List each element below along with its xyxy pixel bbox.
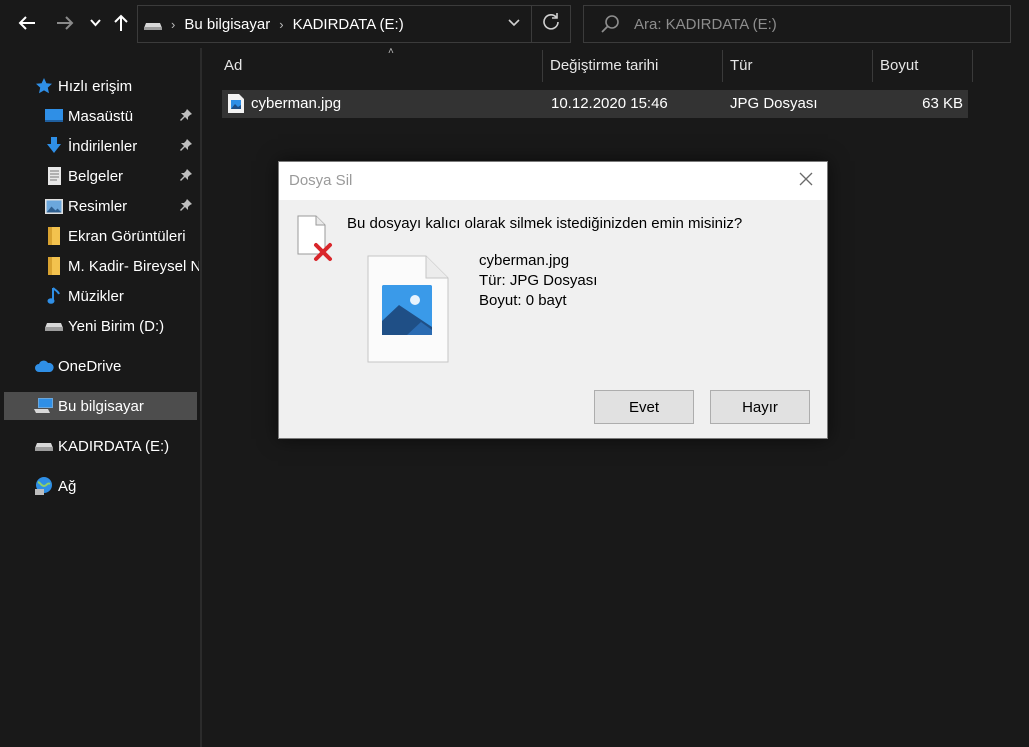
computer-icon: [34, 396, 54, 416]
search-placeholder: Ara: KADIRDATA (E:): [634, 15, 777, 33]
forward-button[interactable]: [50, 8, 80, 38]
column-header-row: Ad ˄ Değiştirme tarihi Tür Boyut: [202, 46, 1029, 86]
pictures-icon: [44, 196, 64, 216]
dialog-title: Dosya Sil: [289, 172, 353, 189]
table-row[interactable]: cyberman.jpg 10.12.2020 15:46 JPG Dosyas…: [222, 90, 968, 118]
delete-file-icon: [297, 215, 332, 261]
pin-icon[interactable]: [179, 168, 193, 182]
search-icon: [601, 15, 619, 33]
column-header-label: Boyut: [880, 56, 919, 74]
file-size-cell: 63 KB: [922, 95, 963, 112]
arrow-right-icon: [57, 16, 74, 30]
address-toolbar: › Bu bilgisayar › KADIRDATA (E:) Ara: KA…: [0, 0, 1029, 48]
address-dropdown-button[interactable]: [508, 14, 520, 30]
chevron-down-icon: [508, 19, 520, 27]
refresh-icon: [543, 13, 559, 30]
sidebar-item-label: KADIRDATA (E:): [58, 437, 170, 455]
file-type-cell: JPG Dosyası: [730, 95, 818, 112]
sidebar-item-this-pc[interactable]: Bu bilgisayar: [4, 392, 197, 420]
drive-icon: [34, 436, 54, 456]
navigation-pane: Hızlı erişim Masaüstü İndirilenler Belge…: [0, 48, 200, 747]
star-icon: [34, 76, 54, 96]
folder-icon: [44, 226, 64, 246]
sidebar-item-label: İndirilenler: [68, 137, 138, 155]
sidebar-item-label: Masaüstü: [68, 107, 134, 125]
sidebar-item-documents[interactable]: Belgeler: [44, 162, 197, 190]
column-header-label: Değiştirme tarihi: [550, 56, 659, 74]
column-header-type[interactable]: Tür: [723, 48, 872, 82]
sidebar-item-onedrive[interactable]: OneDrive: [34, 352, 197, 380]
breadcrumb-drive-e[interactable]: KADIRDATA (E:): [293, 16, 404, 33]
sidebar-item-drive-e[interactable]: KADIRDATA (E:): [34, 432, 197, 460]
sidebar-item-drive-d[interactable]: Yeni Birim (D:): [44, 312, 197, 340]
sidebar-item-label: OneDrive: [58, 357, 122, 375]
no-button[interactable]: Hayır: [710, 390, 810, 424]
sidebar-item-kadir-folder[interactable]: M. Kadir- Bireysel N: [44, 252, 199, 280]
folder-icon: [44, 256, 64, 276]
sidebar-item-desktop[interactable]: Masaüstü: [44, 102, 197, 130]
file-modified-cell: 10.12.2020 15:46: [551, 95, 668, 112]
pane-splitter[interactable]: [200, 48, 202, 747]
desktop-icon: [44, 106, 64, 126]
chevron-right-icon: ›: [279, 16, 284, 32]
sidebar-item-screenshots[interactable]: Ekran Görüntüleri: [44, 222, 197, 250]
image-file-icon: [367, 255, 449, 363]
close-icon[interactable]: [797, 170, 815, 188]
delete-file-dialog: Dosya Sil Bu dosyayı kalıcı olarak silme…: [278, 161, 828, 439]
yes-button[interactable]: Evet: [594, 390, 694, 424]
documents-icon: [44, 166, 64, 186]
chevron-down-icon: [89, 19, 101, 27]
pin-icon[interactable]: [179, 198, 193, 212]
column-header-size[interactable]: Boyut: [873, 48, 972, 82]
back-button[interactable]: [12, 8, 42, 38]
file-name-cell: cyberman.jpg: [251, 95, 342, 112]
arrow-up-icon: [114, 14, 128, 31]
sidebar-item-label: Ekran Görüntüleri: [68, 227, 186, 245]
file-size-label: Boyut: 0 bayt: [479, 292, 567, 309]
sidebar-item-music[interactable]: Müzikler: [44, 282, 197, 310]
chevron-right-icon: ›: [171, 16, 176, 32]
image-file-icon: [228, 94, 244, 113]
breadcrumb-this-pc[interactable]: Bu bilgisayar: [184, 16, 270, 33]
pin-icon[interactable]: [179, 138, 193, 152]
recent-locations-button[interactable]: [84, 8, 106, 38]
cloud-icon: [34, 356, 54, 376]
column-divider[interactable]: [972, 50, 973, 82]
sidebar-item-label: Ağ: [58, 477, 77, 495]
address-bar[interactable]: › Bu bilgisayar › KADIRDATA (E:): [137, 5, 571, 43]
sidebar-item-label: Resimler: [68, 197, 128, 215]
sidebar-item-label: Belgeler: [68, 167, 124, 185]
drive-icon: [144, 20, 162, 30]
download-icon: [44, 136, 64, 156]
sidebar-item-label: Hızlı erişim: [58, 77, 133, 95]
column-header-modified[interactable]: Değiştirme tarihi: [543, 48, 722, 82]
network-icon: [34, 476, 54, 496]
pin-icon[interactable]: [179, 108, 193, 122]
sidebar-item-quick-access[interactable]: Hızlı erişim: [34, 72, 227, 100]
sidebar-item-label: Müzikler: [68, 287, 124, 305]
dialog-message: Bu dosyayı kalıcı olarak silmek istediği…: [347, 215, 743, 232]
refresh-button[interactable]: [542, 12, 560, 35]
arrow-left-icon: [18, 16, 35, 30]
sidebar-item-downloads[interactable]: İndirilenler: [44, 132, 197, 160]
column-header-name[interactable]: Ad ˄: [217, 46, 542, 82]
file-type-label: Tür: JPG Dosyası: [479, 272, 598, 289]
drive-icon: [44, 316, 64, 336]
dialog-titlebar[interactable]: Dosya Sil: [279, 162, 827, 200]
sidebar-item-network[interactable]: Ağ: [34, 472, 197, 500]
file-name-label: cyberman.jpg: [479, 252, 570, 269]
column-header-label: Tür: [730, 56, 753, 74]
music-icon: [44, 286, 64, 306]
search-box[interactable]: Ara: KADIRDATA (E:): [583, 5, 1011, 43]
sidebar-item-label: Yeni Birim (D:): [68, 317, 165, 335]
sidebar-item-label: Bu bilgisayar: [58, 397, 144, 415]
sort-ascending-icon: ˄: [388, 46, 394, 57]
divider: [531, 6, 532, 42]
up-button[interactable]: [108, 8, 134, 38]
sidebar-item-label: M. Kadir- Bireysel N: [68, 257, 199, 275]
sidebar-item-pictures[interactable]: Resimler: [44, 192, 197, 220]
column-header-label: Ad: [224, 56, 243, 74]
